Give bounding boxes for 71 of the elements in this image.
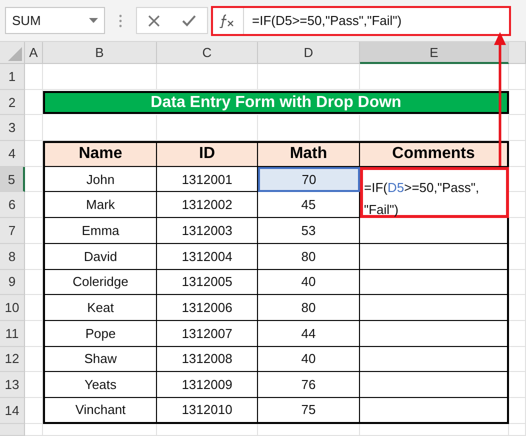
- table-cell: 45: [258, 192, 360, 218]
- table-cell: 1312007: [157, 320, 258, 347]
- table-cell: 1312004: [157, 244, 258, 270]
- table-cell: 80: [258, 295, 360, 321]
- table-cell: 70: [258, 166, 360, 192]
- row-header[interactable]: 7: [0, 218, 25, 244]
- table-cell: 1312001: [157, 166, 258, 192]
- table-cell: Keat: [43, 295, 157, 321]
- table-cell: Pope: [43, 320, 157, 347]
- table-cell: 1312008: [157, 346, 258, 372]
- table-cell: Vinchant: [43, 398, 157, 424]
- row-header[interactable]: 14: [0, 398, 25, 424]
- table-cell: 75: [258, 398, 360, 424]
- table-cell: John: [43, 166, 157, 192]
- empty-cell[interactable]: [509, 115, 526, 142]
- name-box[interactable]: SUM: [5, 7, 105, 34]
- empty-cell[interactable]: [43, 64, 157, 90]
- table-cell: Mark: [43, 192, 157, 218]
- select-all-icon[interactable]: [8, 47, 22, 61]
- cancel-icon[interactable]: [148, 14, 160, 26]
- table-cell: 44: [258, 320, 360, 347]
- column-header[interactable]: E: [360, 42, 509, 64]
- row-header[interactable]: 4: [0, 141, 25, 167]
- row-header[interactable]: 2: [0, 90, 25, 116]
- table-cell: 1312010: [157, 398, 258, 424]
- table-cell: 80: [258, 244, 360, 270]
- row-header[interactable]: 1: [0, 64, 25, 90]
- row-header[interactable]: 12: [0, 346, 25, 372]
- table-cell: 40: [258, 346, 360, 372]
- table-cell: 1312002: [157, 192, 258, 218]
- empty-cell[interactable]: [509, 424, 526, 436]
- row-header[interactable]: 10: [0, 295, 25, 321]
- table-cell: 1312005: [157, 270, 258, 296]
- caret-icon: [89, 18, 98, 23]
- table-cell: 53: [258, 218, 360, 244]
- editing-cell[interactable]: =IF(D5>=50,"Pass", "Fail"): [360, 166, 509, 218]
- table-cell: Emma: [43, 218, 157, 244]
- table-cell: 1312003: [157, 218, 258, 244]
- row-header[interactable]: 9: [0, 270, 25, 296]
- column-heading: ID: [157, 141, 258, 167]
- table-title: Data Entry Form with Drop Down: [43, 90, 509, 114]
- table-cell: 40: [258, 270, 360, 296]
- row-header[interactable]: 13: [0, 372, 25, 398]
- empty-cell[interactable]: [258, 64, 360, 90]
- row-header[interactable]: 3: [0, 115, 25, 142]
- row-header[interactable]: 6: [0, 192, 25, 218]
- drag-handle-icon[interactable]: [119, 14, 122, 28]
- column-header[interactable]: D: [258, 42, 360, 64]
- empty-cell[interactable]: [360, 64, 509, 90]
- column-header[interactable]: C: [157, 42, 258, 64]
- table-cell: Yeats: [43, 372, 157, 398]
- table-cell: Coleridge: [43, 270, 157, 296]
- column-heading: Math: [258, 141, 360, 167]
- row-header[interactable]: [0, 424, 25, 436]
- table-cell: 1312006: [157, 295, 258, 321]
- formula-field[interactable]: =IF(D5>=50,"Pass","Fail"): [244, 13, 509, 28]
- row-header[interactable]: 8: [0, 244, 25, 270]
- column-header[interactable]: B: [43, 42, 157, 64]
- row-header[interactable]: 11: [0, 320, 25, 347]
- table-cell: Shaw: [43, 346, 157, 372]
- column-heading: Comments: [360, 141, 509, 167]
- table-cell: 1312009: [157, 372, 258, 398]
- table-cell: 76: [258, 372, 360, 398]
- check-icon[interactable]: [182, 14, 196, 26]
- empty-cell[interactable]: [25, 115, 43, 142]
- column-heading: Name: [43, 141, 157, 167]
- column-header[interactable]: A: [25, 42, 43, 64]
- row-header[interactable]: 5: [0, 166, 25, 192]
- empty-cell[interactable]: [157, 64, 258, 90]
- column-header[interactable]: [509, 42, 526, 64]
- table-cell: David: [43, 244, 157, 270]
